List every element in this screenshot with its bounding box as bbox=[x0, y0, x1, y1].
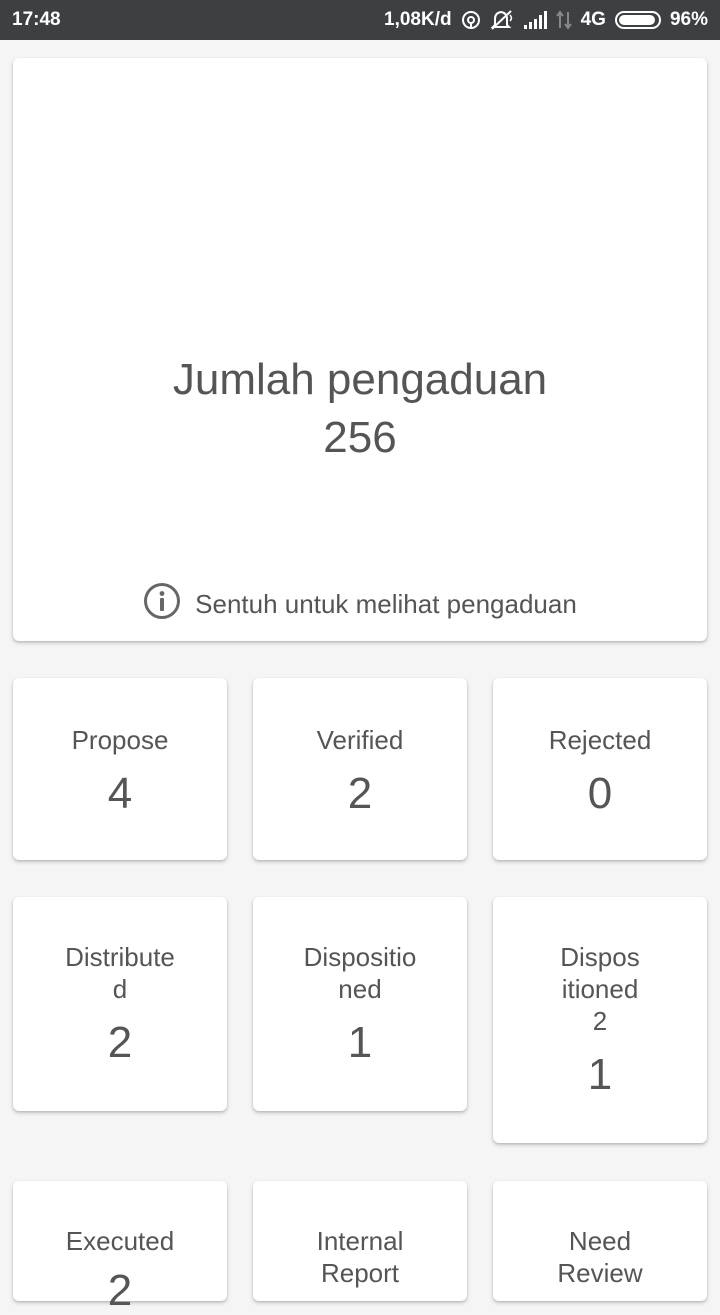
tile-value: 1 bbox=[347, 1018, 373, 1067]
tile-value: 1 bbox=[587, 1050, 613, 1099]
tile-distributed[interactable]: Distribute d 2 bbox=[13, 897, 227, 1111]
tile-executed[interactable]: Executed 2 bbox=[13, 1181, 227, 1313]
complaints-summary-card[interactable]: Jumlah pengaduan 256 Sentuh untuk meliha… bbox=[13, 58, 707, 641]
tile-label-line: Dispositio bbox=[303, 942, 417, 972]
tile-label-line: Review bbox=[557, 1258, 643, 1288]
tile-label-line: Rejected bbox=[548, 725, 652, 755]
tile-need-review[interactable]: Need Review bbox=[493, 1181, 707, 1301]
summary-hint: Sentuh untuk melihat pengaduan bbox=[13, 582, 707, 627]
tile-verified[interactable]: Verified 2 bbox=[253, 678, 467, 860]
status-time: 17:48 bbox=[12, 9, 61, 30]
tile-value: 2 bbox=[107, 1018, 133, 1067]
tile-label: Dispositio ned bbox=[253, 941, 467, 1005]
tile-value: 2 bbox=[107, 1266, 133, 1315]
network-speed: 1,08K/d bbox=[384, 9, 452, 30]
network-type: 4G bbox=[580, 9, 606, 30]
tile-label: Rejected bbox=[493, 724, 707, 756]
data-transfer-icon bbox=[555, 10, 572, 30]
tile-value: 0 bbox=[587, 769, 613, 818]
battery-percent: 96% bbox=[669, 9, 708, 30]
tile-label-line: Internal bbox=[316, 1226, 404, 1256]
tile-label-line: Executed bbox=[65, 1226, 175, 1256]
summary-title: Jumlah pengaduan bbox=[172, 355, 548, 404]
tile-label-line: d bbox=[112, 974, 128, 1004]
tile-value: 2 bbox=[347, 769, 373, 818]
info-icon bbox=[143, 582, 181, 627]
tile-label: Need Review bbox=[493, 1225, 707, 1289]
tile-dispositioned-2[interactable]: Dispos itioned 2 1 bbox=[493, 897, 707, 1143]
tile-label-line: Verified bbox=[316, 725, 404, 755]
tile-label: Internal Report bbox=[253, 1225, 467, 1289]
tile-label-line: Need bbox=[568, 1226, 632, 1256]
tile-label: Verified bbox=[253, 724, 467, 756]
tile-label: Dispos itioned 2 bbox=[493, 941, 707, 1037]
battery-level-fill bbox=[618, 15, 656, 25]
tile-label-line: itioned bbox=[561, 974, 639, 1004]
tile-label: Executed bbox=[13, 1225, 227, 1257]
tile-label-line: Dispos bbox=[560, 942, 640, 972]
tile-dispositioned[interactable]: Dispositio ned 1 bbox=[253, 897, 467, 1111]
mute-icon bbox=[490, 9, 514, 31]
tile-label: Propose bbox=[13, 724, 227, 756]
tile-label-line: Propose bbox=[71, 725, 169, 755]
tile-label-line: 2 bbox=[592, 1006, 608, 1036]
status-bar: 17:48 1,08K/d 4G 96% bbox=[0, 0, 720, 40]
hotspot-icon bbox=[461, 10, 481, 30]
tile-label-line: Report bbox=[320, 1258, 400, 1288]
summary-count: 256 bbox=[323, 413, 397, 462]
tile-label-line: Distribute bbox=[65, 942, 175, 972]
tile-label: Distribute d bbox=[13, 941, 227, 1005]
tile-rejected[interactable]: Rejected 0 bbox=[493, 678, 707, 860]
tile-value: 4 bbox=[107, 769, 133, 818]
tile-propose[interactable]: Propose 4 bbox=[13, 678, 227, 860]
signal-icon bbox=[523, 11, 547, 29]
tile-label-line: ned bbox=[338, 974, 382, 1004]
battery-icon bbox=[614, 11, 661, 29]
tile-internal-report[interactable]: Internal Report bbox=[253, 1181, 467, 1301]
status-indicators: 1,08K/d 4G 96% bbox=[384, 8, 708, 32]
summary-hint-text: Sentuh untuk melihat pengaduan bbox=[195, 589, 577, 619]
